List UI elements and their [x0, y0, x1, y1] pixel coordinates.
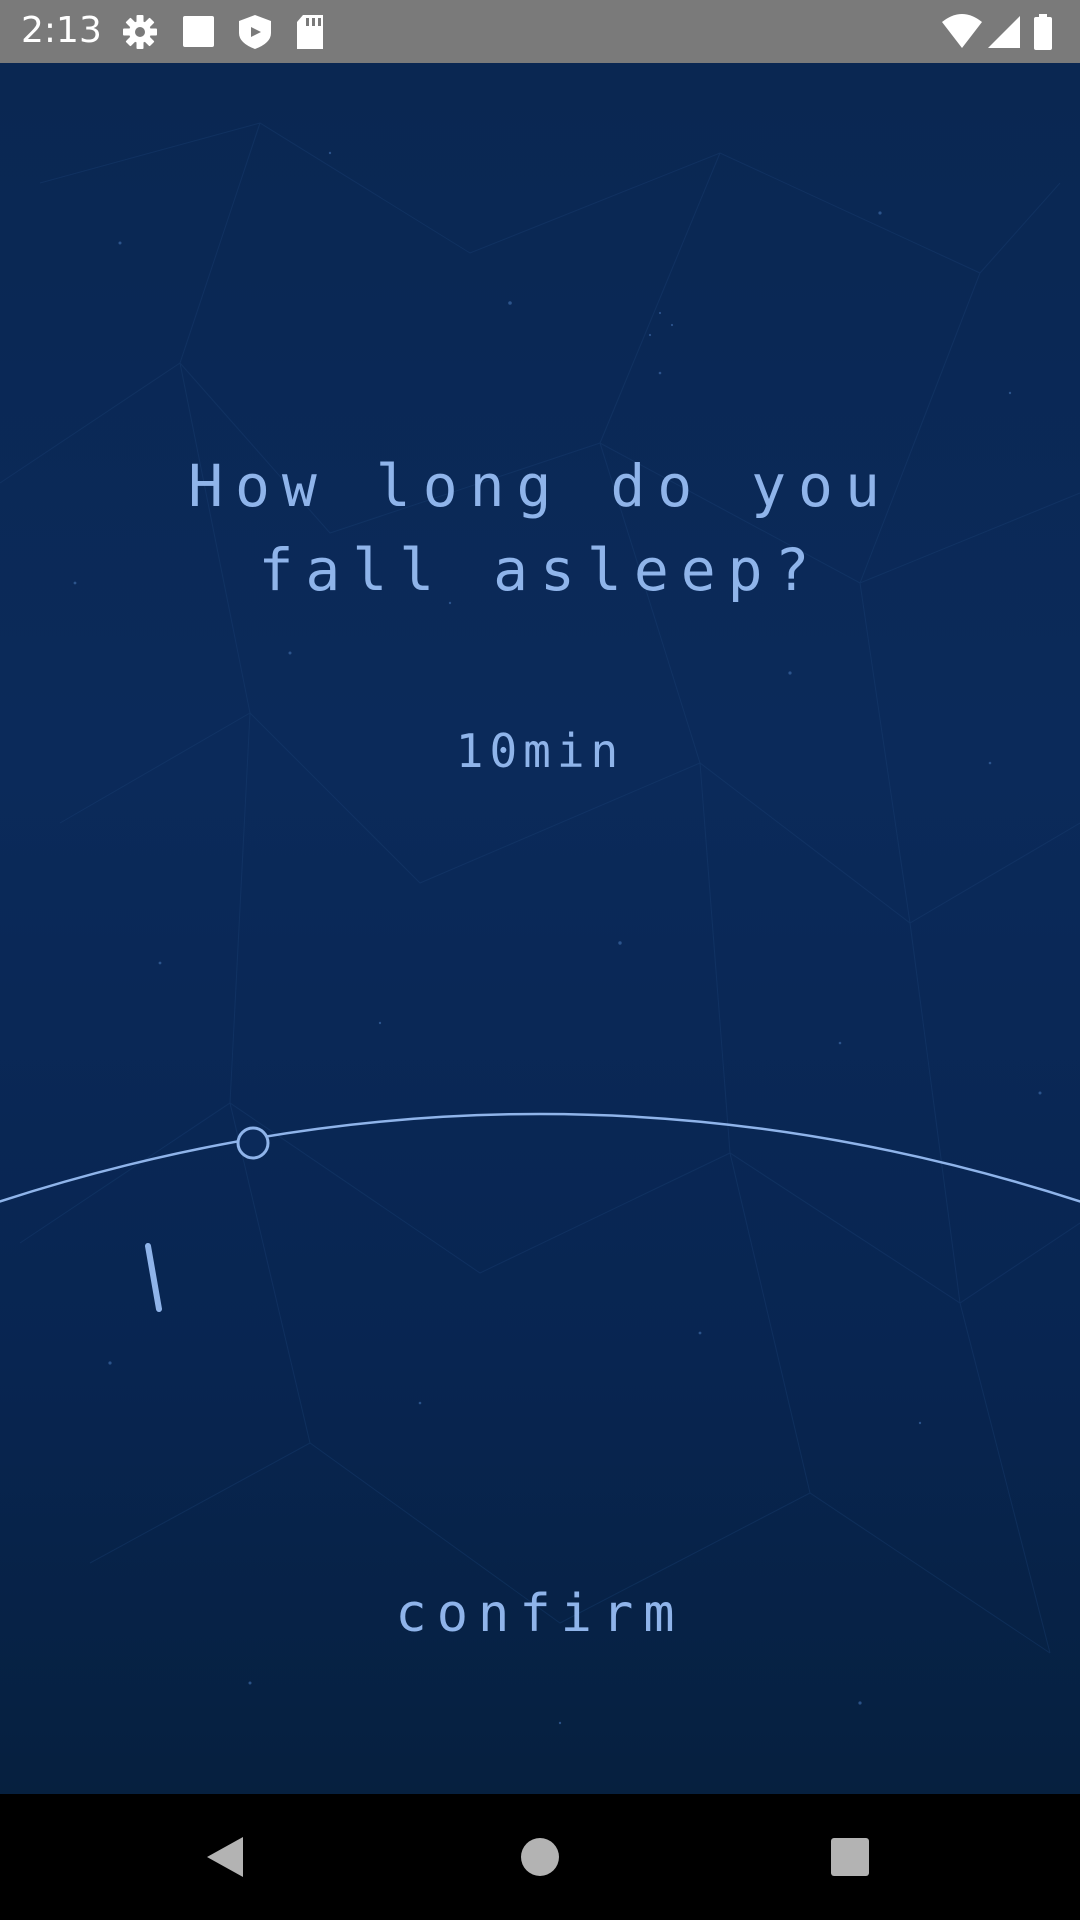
navigation-bar [0, 1794, 1080, 1920]
battery-icon [1034, 14, 1052, 50]
status-icons-left [123, 15, 323, 49]
dial-handle[interactable] [236, 1126, 270, 1160]
recents-icon[interactable] [810, 1817, 890, 1897]
confirm-button[interactable]: confirm [340, 1568, 740, 1658]
wifi-icon [942, 14, 982, 48]
app-screen: How long do you fall asleep? 10min confi… [0, 63, 1080, 1794]
dial-arc[interactable] [0, 1112, 1080, 1208]
gear-icon [123, 15, 157, 49]
stop-icon [183, 16, 214, 47]
status-time: 2:13 [21, 10, 102, 51]
signal-icon [988, 16, 1020, 48]
status-icons-right [942, 14, 1052, 50]
status-bar: 2:13 [0, 0, 1080, 63]
dial-tick-mark [145, 1243, 162, 1312]
time-dial [0, 1112, 1080, 1312]
back-icon[interactable] [185, 1817, 265, 1897]
home-icon[interactable] [500, 1817, 580, 1897]
